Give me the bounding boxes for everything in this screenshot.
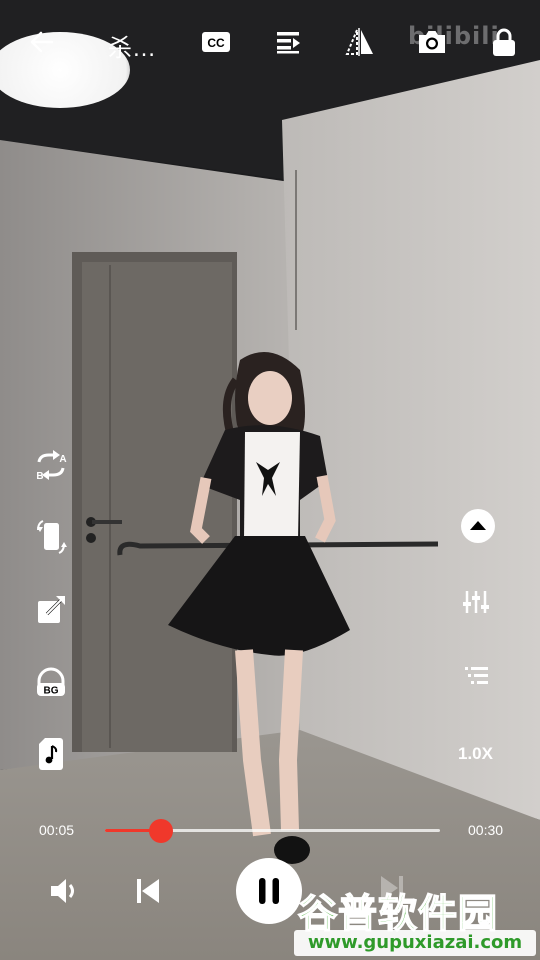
seek-thumb[interactable] bbox=[148, 819, 173, 843]
equalizer-icon bbox=[463, 591, 489, 613]
ab-repeat-icon: A B bbox=[36, 450, 67, 482]
subtitles-button[interactable]: CC bbox=[196, 22, 236, 62]
ab-repeat-button[interactable]: A B bbox=[31, 445, 71, 485]
video-title[interactable]: 杀… bbox=[108, 28, 156, 63]
chapter-list-button[interactable] bbox=[456, 656, 496, 696]
previous-icon bbox=[137, 879, 159, 903]
svg-text:CC: CC bbox=[207, 36, 225, 50]
previous-button[interactable] bbox=[128, 871, 168, 911]
lock-icon bbox=[493, 28, 515, 56]
collapse-up-icon bbox=[461, 509, 495, 543]
back-button[interactable] bbox=[22, 22, 62, 62]
video-frame[interactable] bbox=[0, 0, 540, 960]
chapter-list-icon bbox=[465, 667, 488, 684]
popout-window-button[interactable] bbox=[31, 590, 71, 630]
pause-icon bbox=[259, 878, 279, 904]
ab-perspective-icon bbox=[345, 28, 373, 56]
playback-speed[interactable]: 1.0X bbox=[458, 744, 493, 764]
playlist-icon bbox=[277, 32, 300, 54]
camera-icon bbox=[419, 31, 445, 53]
svg-text:BG: BG bbox=[44, 686, 59, 697]
svg-text:A: A bbox=[59, 454, 66, 465]
playlist-button[interactable] bbox=[268, 22, 308, 62]
site-watermark: 谷普软件园 www.gupuxiazai.com bbox=[294, 883, 536, 959]
seek-bar[interactable] bbox=[105, 819, 440, 843]
popout-window-icon bbox=[38, 595, 66, 623]
volume-button[interactable] bbox=[44, 871, 84, 911]
rotate-screen-icon bbox=[37, 520, 67, 554]
total-time: 00:30 bbox=[468, 822, 504, 838]
screenshot-button[interactable] bbox=[412, 22, 452, 62]
collapse-button[interactable] bbox=[458, 506, 498, 546]
volume-icon bbox=[51, 879, 74, 903]
video-player[interactable]: 杀… CC bilibili A B BG 1.0X 00:05 00:30 谷… bbox=[0, 0, 540, 960]
svg-text:B: B bbox=[36, 471, 43, 482]
audio-only-button[interactable] bbox=[31, 734, 71, 774]
pause-button[interactable] bbox=[236, 858, 302, 924]
background-play-icon: BG bbox=[37, 667, 65, 697]
current-time: 00:05 bbox=[39, 822, 75, 838]
lock-button[interactable] bbox=[484, 22, 524, 62]
audio-only-icon bbox=[39, 738, 63, 770]
cc-icon: CC bbox=[202, 32, 230, 52]
mirror-button[interactable] bbox=[340, 22, 380, 62]
arrow-left-icon bbox=[30, 31, 54, 53]
background-play-button[interactable]: BG bbox=[31, 662, 71, 702]
top-bar: 杀… CC bilibili bbox=[0, 0, 540, 86]
site-watermark-url: www.gupuxiazai.com bbox=[294, 930, 536, 956]
rotate-screen-button[interactable] bbox=[31, 517, 71, 557]
equalizer-button[interactable] bbox=[456, 582, 496, 622]
